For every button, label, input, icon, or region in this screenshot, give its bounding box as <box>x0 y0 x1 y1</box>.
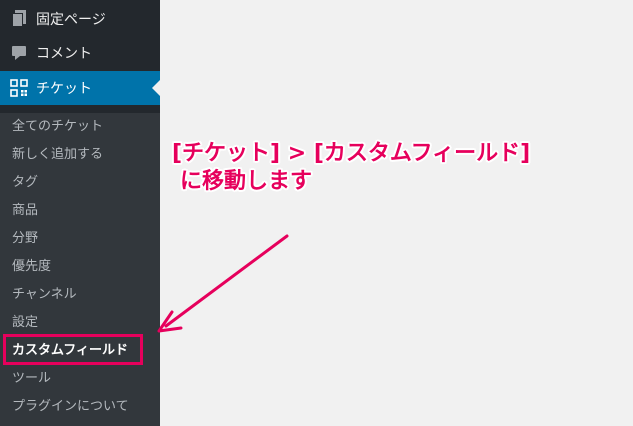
annotation-arrow-icon <box>157 234 289 333</box>
